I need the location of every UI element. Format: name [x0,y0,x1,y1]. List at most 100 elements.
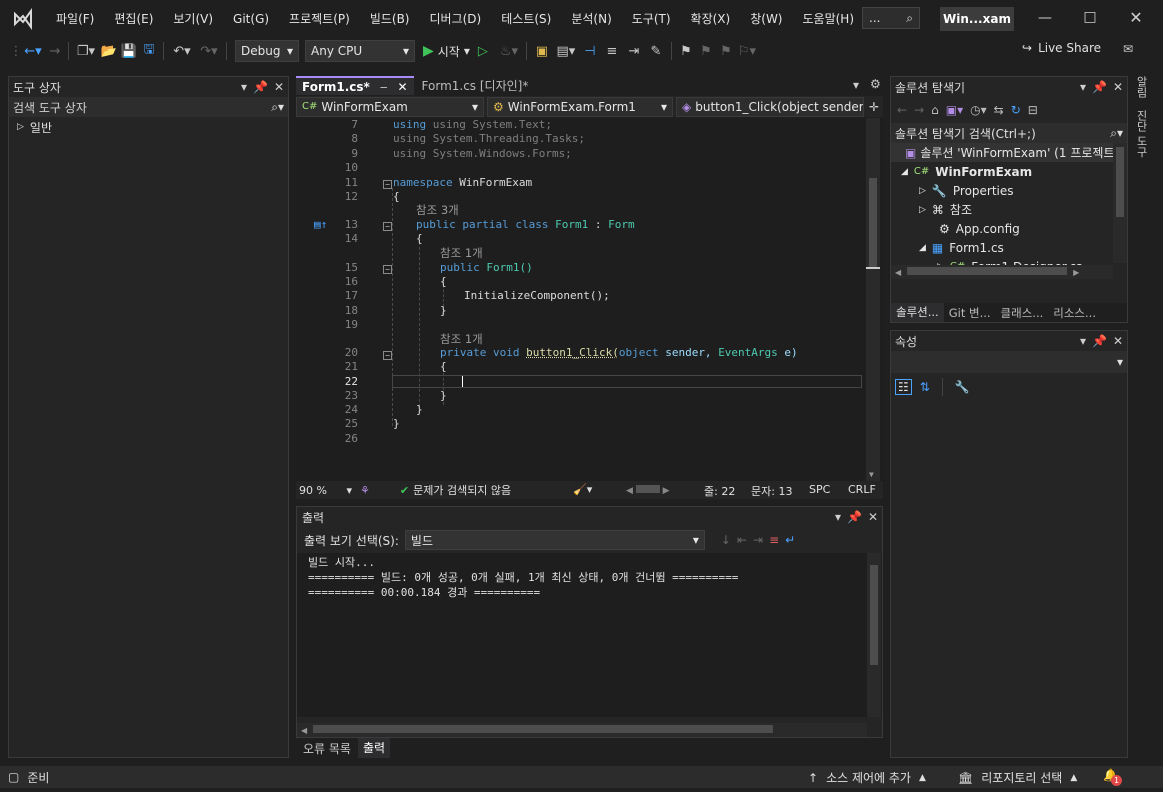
tree-item-form1[interactable]: ◢ ▦ Form1.cs [891,238,1127,257]
codelens-ref-class[interactable]: 참조 3개 [416,202,459,218]
tab-class-view[interactable]: 클래스... [996,305,1049,321]
prev-bookmark-icon[interactable]: ⚑ [696,40,716,62]
pin-icon[interactable]: 📌 [1092,334,1107,348]
tab-git-changes[interactable]: Git 변... [944,305,996,321]
editor-vertical-scrollbar[interactable]: ▼ [866,118,880,481]
pin-icon[interactable]: 📌 [847,510,862,524]
forward-icon[interactable]: → [46,40,64,62]
next-bookmark-icon[interactable]: ⚑ [716,40,736,62]
back-icon[interactable]: ← [897,103,907,117]
word-wrap-icon[interactable]: ↵ [785,533,795,547]
tree-horizontal-scrollbar[interactable]: ◀ ▶ [891,265,1113,279]
tab-error-list[interactable]: 오류 목록 [296,740,358,757]
alphabetical-icon[interactable]: ⇅ [920,380,930,394]
toolbox-search[interactable]: 검색 도구 상자 ⌕▾ [9,97,288,117]
class-dropdown[interactable]: ⚙ WinFormExam.Form1 ▾ [487,96,673,117]
hot-reload-icon[interactable]: ♨▾ [496,40,522,62]
refresh-icon[interactable]: ↻ [1011,103,1021,117]
close-icon[interactable]: ✕ [1113,80,1123,94]
bookmark-icon[interactable]: ⚑ [676,40,696,62]
output-text[interactable]: 빌드 시작... ========== 빌드: 0개 성공, 0개 실패, 1개… [297,553,882,717]
clear-all-icon[interactable]: ≡ [769,533,779,547]
output-vertical-scrollbar[interactable] [867,553,881,717]
switch-view-icon[interactable]: ▣▾ [946,103,963,117]
sync-icon[interactable]: ⇆ [994,103,1004,117]
split-icon[interactable]: ✛ [867,100,881,114]
solution-icon[interactable]: ▣ [531,40,553,62]
fold-namespace-icon[interactable]: − [383,180,392,189]
line-ending-indicator[interactable]: CRLF [848,483,876,496]
tab-form1-cs[interactable]: Form1.cs* ‒ ✕ [296,76,414,95]
dropdown-icon[interactable]: ▾ [241,80,247,94]
history-icon[interactable]: ◷▾ [970,103,987,117]
notifications-button[interactable]: 🔔 1 [1103,768,1122,786]
tree-vertical-scrollbar[interactable] [1113,143,1127,263]
tree-item-properties[interactable]: ▷ 🔧 Properties [891,181,1127,200]
close-icon[interactable]: ✕ [274,80,284,94]
output-horizontal-scrollbar[interactable]: ◀ [297,723,867,737]
menu-git[interactable]: Git(G) [223,12,279,26]
layout-icon[interactable]: ▤▾ [553,40,579,62]
next-message-icon[interactable]: ⇥ [753,533,763,547]
configuration-dropdown[interactable]: Debug ▾ [235,40,299,62]
toolbox-group-general[interactable]: ▷ 일반 [9,117,288,137]
goto-line-icon[interactable]: ↓ [721,533,731,547]
tab-list-icon[interactable]: ▾ [853,78,859,92]
object-selector[interactable]: ▾ [891,351,1127,373]
codelens-ref-method[interactable]: 참조 1개 [440,331,483,347]
column-indicator[interactable]: 문자: 13 [751,483,792,499]
menu-test[interactable]: 테스트(S) [491,10,561,27]
save-icon[interactable]: 💾 [119,40,139,62]
menu-help[interactable]: 도움말(H) [793,10,865,27]
tree-item-solution[interactable]: ▣ 솔루션 'WinFormExam' (1 프로젝트 [891,143,1127,162]
menu-build[interactable]: 빌드(B) [360,10,420,27]
undo-icon[interactable]: ↶▾ [168,40,196,62]
diagnostic-tools-tab[interactable]: 진단 도구 [1133,110,1149,158]
menu-file[interactable]: 파일(F) [46,10,104,27]
fold-ctor-icon[interactable]: − [383,265,392,274]
line-indicator[interactable]: 줄: 22 [704,483,735,499]
start-button[interactable]: ▶ 시작 ▾ [423,43,470,60]
member-dropdown[interactable]: ◈button1_Click(object sender, ▾ [676,96,864,117]
search-box[interactable]: ... ⌕ [862,7,920,29]
categorized-icon[interactable]: ☷ [895,379,912,395]
align-icon[interactable]: ⊣ [579,40,601,62]
feedback-icon[interactable]: ✉ [1123,42,1133,56]
close-icon[interactable]: ✕ [1113,334,1123,348]
property-pages-icon[interactable]: 🔧 [955,380,970,394]
zoom-dropdown[interactable]: 90 % ▾ [296,484,356,497]
pin-icon[interactable]: 📌 [253,80,268,94]
prev-message-icon[interactable]: ⇤ [737,533,747,547]
tab-output[interactable]: 출력 [357,738,391,758]
code-editor[interactable]: 7 8 9 10 11 12 13 14 15 16 17 18 19 20 21 22 23 24 25 26 ▤↑… [296,118,883,481]
start-without-debug-icon[interactable]: ▷ [470,40,496,62]
dropdown-icon[interactable]: ▾ [835,510,841,524]
fold-class-icon[interactable]: − [383,222,392,231]
add-to-source-control[interactable]: ↑ 소스 제어에 추가 ▲ [808,769,926,786]
new-project-icon[interactable]: ❐▾ [73,40,99,62]
tab-form1-designer[interactable]: Form1.cs [디자인]* [414,76,537,95]
menu-project[interactable]: 프로젝트(P) [279,10,360,27]
comment-icon[interactable]: ✎ [645,40,667,62]
codelens-icon[interactable]: ▤↑ [314,218,327,231]
pin-icon[interactable]: 📌 [1092,80,1107,94]
select-repository[interactable]: 🏛 리포지토리 선택 ▲ [958,769,1077,786]
redo-icon[interactable]: ↷▾ [196,40,222,62]
indent-icon[interactable]: ⇥ [623,40,645,62]
minimize-icon[interactable]: — [1035,10,1055,26]
menu-extensions[interactable]: 확장(X) [681,10,741,27]
menu-debug[interactable]: 디버그(D) [420,10,492,27]
platform-dropdown[interactable]: Any CPU ▾ [305,40,415,62]
live-share-button[interactable]: ↪ Live Share [1022,41,1101,55]
forward-icon[interactable]: → [914,103,924,117]
settings-icon[interactable]: ⚙ [870,77,881,91]
close-icon[interactable]: ✕ [1126,8,1146,27]
menu-analyze[interactable]: 분석(N) [561,10,621,27]
tree-item-references[interactable]: ▷ ⌘ 참조 [891,200,1127,219]
fold-method-icon[interactable]: − [383,351,392,360]
notifications-tab[interactable]: 알림 [1133,76,1149,106]
dropdown-icon[interactable]: ▾ [1080,334,1086,348]
format-icon[interactable]: ≡ [601,40,623,62]
output-source-dropdown[interactable]: 빌드 ▾ [404,530,705,550]
dropdown-icon[interactable]: ▾ [1080,80,1086,94]
